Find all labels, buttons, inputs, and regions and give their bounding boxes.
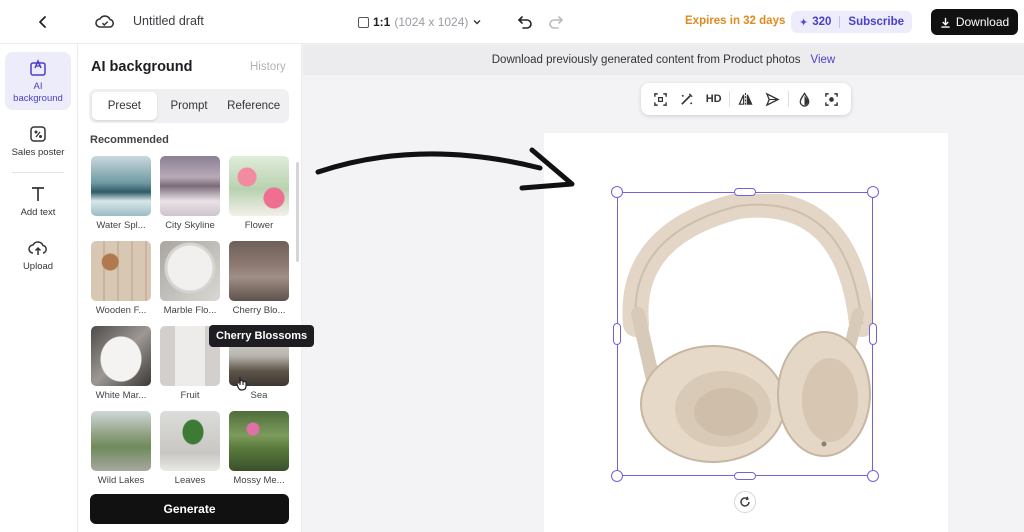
crop-icon[interactable] bbox=[649, 88, 671, 110]
chevron-down-icon bbox=[473, 20, 481, 25]
flip-icon[interactable] bbox=[735, 88, 757, 110]
resize-handle[interactable] bbox=[867, 470, 879, 482]
preset-thumbnail[interactable] bbox=[229, 241, 289, 301]
rail-item-ai-background[interactable]: AI background bbox=[5, 52, 71, 110]
sparkle-icon: ✦ bbox=[799, 16, 809, 29]
preset-thumbnail[interactable] bbox=[91, 241, 151, 301]
rail-label: Upload bbox=[22, 261, 54, 272]
left-rail: AI background Sales poster Add text Uplo… bbox=[0, 44, 78, 532]
expiry-notice: Expires in 32 days bbox=[685, 15, 786, 27]
ratio-dimensions: (1024 x 1024) bbox=[394, 15, 469, 29]
preset-thumbnail[interactable] bbox=[229, 411, 289, 471]
magic-brush-icon[interactable] bbox=[676, 88, 698, 110]
resize-handle[interactable] bbox=[734, 472, 756, 480]
toolbar-divider bbox=[788, 91, 790, 107]
ai-background-panel: AI background History Preset Prompt Refe… bbox=[78, 44, 302, 532]
panel-title: AI background bbox=[91, 59, 193, 75]
recommended-heading: Recommended bbox=[90, 134, 169, 146]
divider bbox=[839, 16, 841, 28]
rotate-icon[interactable] bbox=[734, 491, 756, 513]
hd-label: HD bbox=[705, 93, 722, 105]
ratio-value: 1:1 bbox=[373, 15, 391, 29]
preset-thumbnail[interactable] bbox=[160, 411, 220, 471]
cutout-icon[interactable] bbox=[821, 88, 843, 110]
ai-background-icon bbox=[28, 58, 48, 78]
rail-label: Sales poster bbox=[11, 147, 65, 158]
square-ratio-icon bbox=[358, 16, 369, 28]
preset-label: Sea bbox=[250, 390, 268, 401]
send-icon[interactable] bbox=[762, 88, 784, 110]
hd-upscale-button[interactable]: HD bbox=[703, 88, 725, 110]
canvas-toolbar: HD bbox=[641, 83, 851, 115]
preset-label: Flower bbox=[244, 220, 274, 231]
credits-count: 320 bbox=[812, 16, 832, 28]
generate-button[interactable]: Generate bbox=[90, 494, 289, 524]
preset-tooltip: Cherry Blossoms bbox=[209, 325, 315, 347]
back-chevron-icon[interactable] bbox=[32, 11, 54, 33]
preset-label: Marble Flo... bbox=[163, 305, 217, 316]
hand-cursor-icon bbox=[236, 377, 247, 391]
tab-prompt[interactable]: Prompt bbox=[157, 92, 222, 120]
selection-box[interactable] bbox=[617, 192, 873, 476]
tab-reference[interactable]: Reference bbox=[221, 92, 286, 120]
sales-poster-icon bbox=[28, 124, 48, 144]
history-link[interactable]: History bbox=[250, 61, 286, 73]
rail-item-upload[interactable]: Upload bbox=[5, 238, 71, 272]
banner-text: Download previously generated content fr… bbox=[491, 54, 801, 66]
preset-label: Water Spl... bbox=[96, 220, 146, 231]
panel-scrollbar[interactable] bbox=[296, 162, 299, 262]
preset-thumbnail[interactable] bbox=[160, 156, 220, 216]
preset-thumbnail[interactable] bbox=[229, 156, 289, 216]
undo-icon[interactable] bbox=[514, 11, 536, 33]
cloud-sync-icon[interactable] bbox=[94, 11, 116, 33]
preset-label: Cherry Blo... bbox=[232, 305, 286, 316]
top-bar: Untitled draft 1:1 (1024 x 1024) Expires… bbox=[0, 0, 1024, 44]
resize-handle[interactable] bbox=[867, 186, 879, 198]
resize-handle[interactable] bbox=[869, 323, 877, 345]
resize-handle[interactable] bbox=[611, 470, 623, 482]
annotation-arrow-icon bbox=[315, 147, 575, 191]
subscribe-link[interactable]: Subscribe bbox=[848, 16, 904, 28]
preset-thumbnail[interactable] bbox=[160, 241, 220, 301]
notice-banner: Download previously generated content fr… bbox=[303, 45, 1024, 75]
preset-thumbnail[interactable] bbox=[91, 326, 151, 386]
preset-label: Fruit bbox=[180, 390, 200, 401]
preset-label: White Mar... bbox=[95, 390, 147, 401]
redo-icon[interactable] bbox=[545, 11, 567, 33]
view-link[interactable]: View bbox=[811, 54, 836, 66]
download-label: Download bbox=[955, 15, 1010, 29]
toolbar-divider bbox=[729, 91, 731, 107]
rail-label: Add text bbox=[20, 207, 56, 218]
resize-handle[interactable] bbox=[613, 323, 621, 345]
preset-label: Mossy Me... bbox=[233, 475, 285, 486]
rail-label: AI background bbox=[13, 81, 63, 104]
preset-label: Wild Lakes bbox=[97, 475, 145, 486]
drop-icon[interactable] bbox=[794, 88, 816, 110]
preset-thumbnail[interactable] bbox=[91, 156, 151, 216]
mode-tabs: Preset Prompt Reference bbox=[89, 89, 289, 123]
preset-label: Leaves bbox=[174, 475, 206, 486]
draft-title[interactable]: Untitled draft bbox=[133, 14, 204, 28]
download-button[interactable]: Download bbox=[931, 9, 1018, 35]
rail-divider bbox=[12, 172, 64, 173]
ratio-selector[interactable]: 1:1 (1024 x 1024) bbox=[358, 12, 482, 32]
resize-handle[interactable] bbox=[734, 188, 756, 196]
text-icon bbox=[28, 184, 48, 204]
preset-label: Wooden F... bbox=[95, 305, 147, 316]
rail-item-add-text[interactable]: Add text bbox=[5, 184, 71, 218]
rail-item-sales-poster[interactable]: Sales poster bbox=[5, 124, 71, 158]
download-icon bbox=[941, 17, 950, 28]
credits-subscribe[interactable]: ✦ 320 Subscribe bbox=[791, 11, 913, 33]
resize-handle[interactable] bbox=[611, 186, 623, 198]
preset-label: City Skyline bbox=[165, 220, 215, 231]
tab-preset[interactable]: Preset bbox=[92, 92, 157, 120]
upload-icon bbox=[28, 238, 48, 258]
preset-thumbnail[interactable] bbox=[91, 411, 151, 471]
